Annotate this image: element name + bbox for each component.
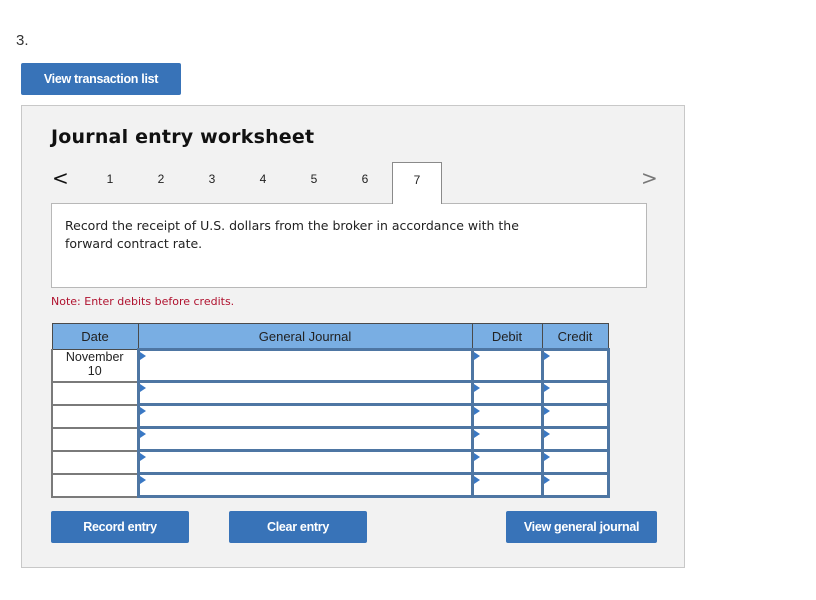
dropdown-indicator-icon (139, 430, 146, 438)
dropdown-indicator-icon (543, 384, 550, 392)
date-cell (51, 381, 139, 406)
table-row (51, 380, 610, 406)
debit-input[interactable] (470, 449, 544, 475)
tab-2[interactable]: 2 (136, 162, 186, 204)
date-cell (51, 427, 139, 452)
tab-5[interactable]: 5 (289, 162, 339, 204)
view-general-journal-button[interactable]: View general journal (506, 511, 657, 543)
dropdown-indicator-icon (543, 430, 550, 438)
general-journal-input[interactable] (136, 403, 474, 429)
tab-3[interactable]: 3 (187, 162, 237, 204)
dropdown-indicator-icon (139, 476, 146, 484)
debit-input[interactable] (470, 472, 544, 498)
table-row: November 10 (51, 348, 610, 383)
tab-6[interactable]: 6 (340, 162, 390, 204)
general-journal-input[interactable] (136, 380, 474, 406)
instruction-box: Record the receipt of U.S. dollars from … (51, 203, 647, 288)
credit-input[interactable] (540, 472, 610, 498)
debit-input[interactable] (470, 426, 544, 452)
chevron-left-icon[interactable]: < (52, 168, 69, 188)
dropdown-indicator-icon (543, 352, 550, 360)
date-cell (51, 404, 139, 429)
table-header-row: Date General Journal Debit Credit (51, 323, 609, 350)
table-row (51, 403, 610, 429)
header-general-journal: General Journal (137, 323, 473, 350)
tab-7-active[interactable]: 7 (392, 162, 442, 204)
dropdown-indicator-icon (139, 352, 146, 360)
header-credit: Credit (541, 323, 609, 350)
clear-entry-button[interactable]: Clear entry (229, 511, 367, 543)
dropdown-indicator-icon (543, 453, 550, 461)
credit-input[interactable] (540, 380, 610, 406)
table-row (51, 449, 610, 475)
dropdown-indicator-icon (473, 430, 480, 438)
chevron-right-icon[interactable]: > (641, 168, 658, 188)
table-row (51, 426, 610, 452)
date-cell: November 10 (51, 349, 139, 383)
dropdown-indicator-icon (543, 476, 550, 484)
header-date: Date (51, 323, 139, 350)
credit-input[interactable] (540, 426, 610, 452)
general-journal-input[interactable] (136, 449, 474, 475)
dropdown-indicator-icon (139, 407, 146, 415)
credit-input[interactable] (540, 449, 610, 475)
journal-entry-worksheet-panel: Journal entry worksheet < 1 2 3 4 5 6 7 … (21, 105, 685, 568)
debit-input[interactable] (470, 380, 544, 406)
debit-input[interactable] (470, 403, 544, 429)
record-entry-button[interactable]: Record entry (51, 511, 189, 543)
table-row (51, 472, 610, 498)
general-journal-input[interactable] (136, 426, 474, 452)
general-journal-input[interactable] (136, 472, 474, 498)
note-text: Note: Enter debits before credits. (51, 295, 235, 308)
date-day: 10 (87, 364, 102, 378)
view-transaction-list-button[interactable]: View transaction list (21, 63, 181, 95)
instruction-text: Record the receipt of U.S. dollars from … (65, 218, 519, 251)
tab-1[interactable]: 1 (85, 162, 135, 204)
date-month: November (65, 350, 124, 364)
dropdown-indicator-icon (473, 352, 480, 360)
credit-input[interactable] (540, 403, 610, 429)
dropdown-indicator-icon (473, 407, 480, 415)
dropdown-indicator-icon (473, 453, 480, 461)
dropdown-indicator-icon (139, 453, 146, 461)
credit-input[interactable] (540, 348, 610, 383)
dropdown-indicator-icon (473, 384, 480, 392)
header-debit: Debit (471, 323, 543, 350)
journal-table: Date General Journal Debit Credit Novemb… (51, 323, 610, 498)
dropdown-indicator-icon (543, 407, 550, 415)
worksheet-title: Journal entry worksheet (51, 126, 315, 148)
date-cell (51, 473, 139, 498)
dropdown-indicator-icon (139, 384, 146, 392)
general-journal-input[interactable] (136, 348, 474, 383)
debit-input[interactable] (470, 348, 544, 383)
date-cell (51, 450, 139, 475)
dropdown-indicator-icon (473, 476, 480, 484)
question-number: 3. (16, 32, 29, 49)
tab-4[interactable]: 4 (238, 162, 288, 204)
